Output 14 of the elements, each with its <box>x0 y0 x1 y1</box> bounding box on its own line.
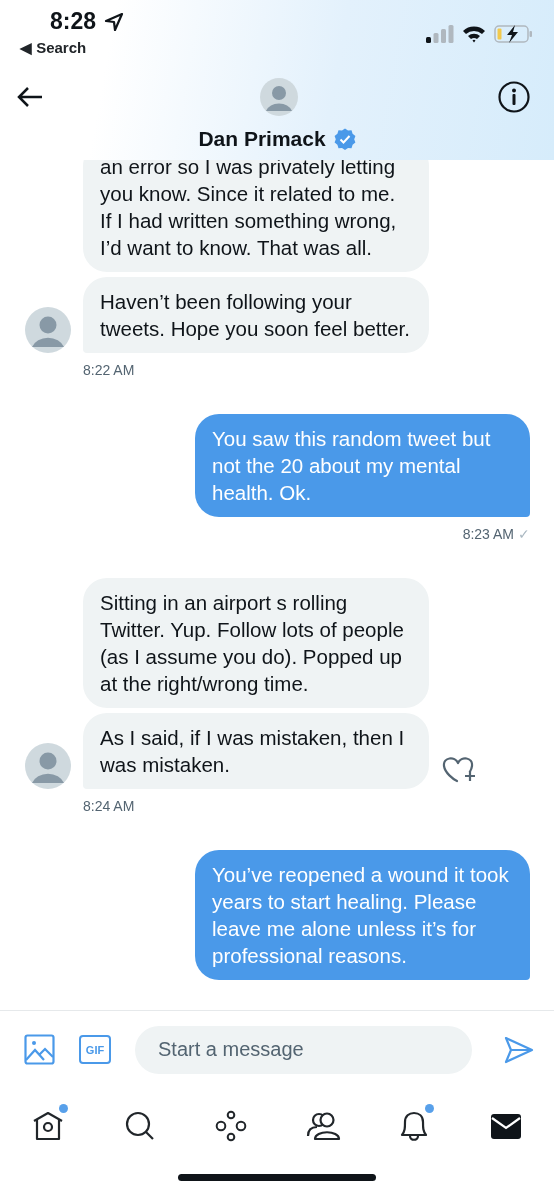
message-bubble: Sitting in an airport s rolling Twitter. Yup. Follow lots of people (as I assume you do). Popped up at the right/wrong time. <box>83 578 429 708</box>
sent-checkmark: ✓ <box>518 525 530 544</box>
message-bubble: You saw this random tweet but not the 20 about my mental health. Ok. <box>195 414 530 517</box>
message-bubble: You’ve reopened a wound it took years to start healing. Please leave me alone unless it’s for professional reasons. <box>195 850 530 980</box>
message-bubble: an error so I was privately letting you know. Since it related to me. If I had written something wrong, I’d want to know. That was all. <box>83 160 429 272</box>
message-bubble: As I said, if I was mistaken, then I was mistaken. <box>83 713 429 789</box>
message-bubble: Haven’t been following your tweets. Hope you soon feel better. <box>83 277 429 353</box>
message-input[interactable]: Start a message <box>135 1025 472 1074</box>
contact-name: Dan Primack <box>198 126 326 152</box>
back-to-search-link[interactable]: ◀ Search <box>20 37 87 60</box>
message-timestamp: 8:23 AM <box>462 525 514 544</box>
message-timestamp: 8:24 AM <box>83 797 135 816</box>
clock-time: 8:28 <box>49 10 97 33</box>
message-timestamp: 8:22 AM <box>83 361 135 380</box>
